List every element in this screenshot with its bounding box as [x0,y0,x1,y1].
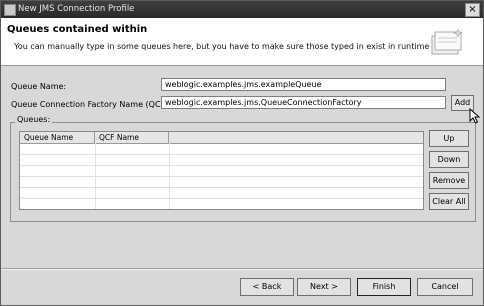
down-button[interactable]: Down [429,151,469,168]
column-header-qcf-name[interactable]: QCF Name [95,132,169,143]
qcf-label: Queue Connection Factory Name (QCF): [11,100,171,109]
finish-button-label: Finish [372,282,396,291]
add-button-label: Add [454,98,471,107]
next-button-label: Next > [310,282,338,291]
remove-button-label: Remove [432,176,466,185]
dialog-window: New JMS Connection Profile × Queues cont… [0,0,484,306]
cancel-button[interactable]: Cancel [417,278,473,296]
window-title: New JMS Connection Profile [18,4,135,14]
mouse-pointer-icon [469,108,481,124]
page-description: You can manually type in some queues her… [14,42,430,51]
clear-all-button-label: Clear All [432,197,466,206]
wizard-banner-icon [431,28,463,55]
queues-table[interactable]: Queue Name QCF Name [19,131,424,210]
clear-all-button[interactable]: Clear All [429,193,469,210]
back-button-label: < Back [252,282,282,291]
up-button-label: Up [443,134,455,143]
finish-button[interactable]: Finish [357,278,411,296]
footer-divider-highlight [1,269,483,270]
back-button[interactable]: < Back [240,278,294,296]
up-button[interactable]: Up [429,130,469,147]
table-row [20,198,423,199]
qcf-input[interactable]: weblogic.examples.jms.QueueConnectionFac… [161,96,446,109]
table-header: Queue Name QCF Name [20,132,423,144]
down-button-label: Down [437,155,461,164]
queue-name-label: Queue Name: [11,82,67,91]
table-row [20,187,423,188]
table-row [20,176,423,177]
close-icon[interactable]: × [465,3,480,17]
next-button[interactable]: Next > [297,278,351,296]
column-header-queue-name[interactable]: Queue Name [20,132,95,143]
wizard-header: Queues contained within You can manually… [1,18,483,66]
table-row [20,154,423,155]
queues-group-label: Queues: [15,115,53,124]
page-title: Queues contained within [7,24,148,35]
table-row [20,165,423,166]
app-icon [4,4,16,16]
cancel-button-label: Cancel [431,282,459,291]
queue-name-input[interactable]: weblogic.examples.jms.exampleQueue [161,78,446,91]
remove-button[interactable]: Remove [429,172,469,189]
title-bar[interactable]: New JMS Connection Profile × [1,1,483,18]
